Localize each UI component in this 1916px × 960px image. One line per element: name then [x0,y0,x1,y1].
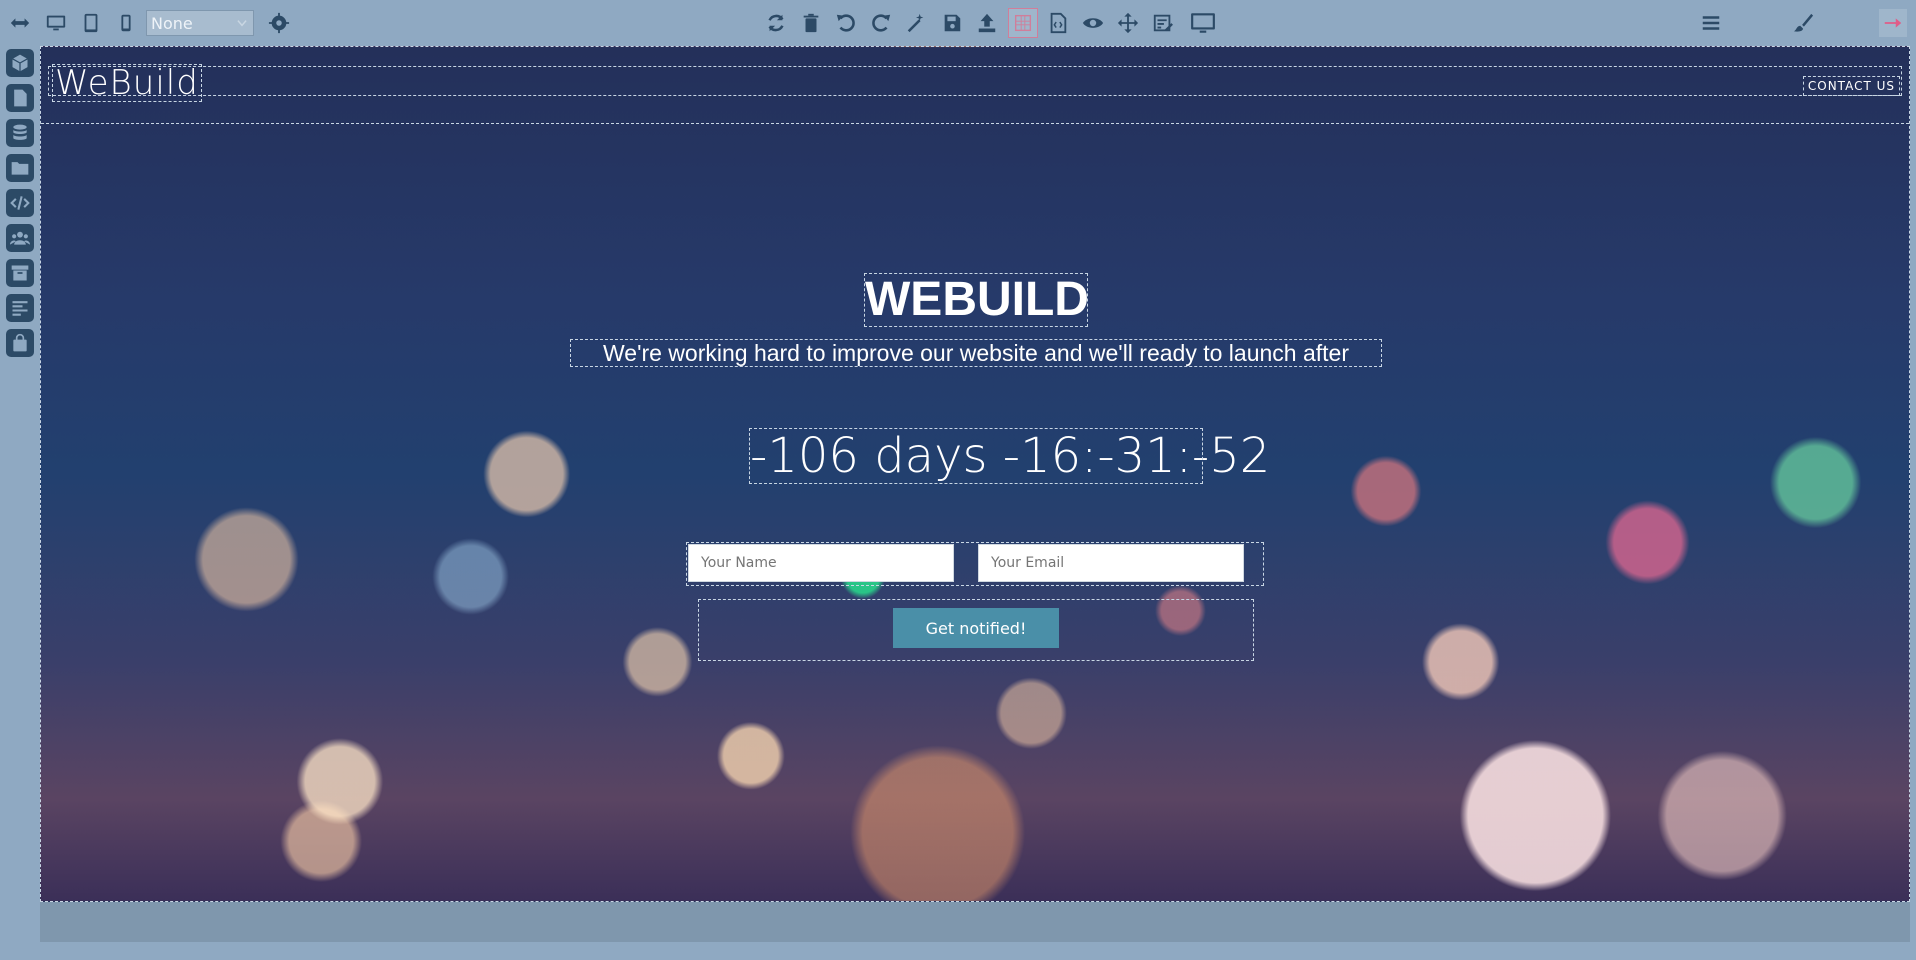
refresh-icon[interactable] [762,9,790,37]
paint-brush-icon[interactable] [1789,9,1817,37]
header-divider [41,123,1909,124]
menu-hamburger-icon[interactable] [1697,9,1725,37]
desktop-view-icon[interactable] [42,9,70,37]
form-edit-icon[interactable] [1149,9,1177,37]
code-file-icon[interactable] [1044,9,1072,37]
signup-form-row [686,542,1264,586]
email-field-wrapper [977,543,1245,583]
chevron-down-icon [237,20,247,27]
upload-icon[interactable] [973,9,1001,37]
device-select[interactable]: None [146,10,254,36]
header-row [48,66,1902,96]
editor-toolbar: None [0,0,1916,46]
text-align-icon[interactable] [6,294,34,322]
archive-box-icon[interactable] [6,259,34,287]
move-arrows-icon[interactable] [1114,9,1142,37]
redo-icon[interactable] [867,9,895,37]
trash-icon[interactable] [797,9,825,37]
exit-arrow-icon[interactable] [1879,9,1907,37]
save-icon[interactable] [938,9,966,37]
folder-icon[interactable] [6,154,34,182]
database-icon[interactable] [6,119,34,147]
name-input[interactable] [688,544,954,582]
button-wrapper: Get notified! [698,599,1254,661]
magic-wand-icon[interactable] [902,9,930,37]
users-group-icon[interactable] [6,224,34,252]
hero-title[interactable]: WEBUILD [864,273,1089,327]
code-icon[interactable] [6,189,34,217]
hero-subtitle[interactable]: We're working hard to improve our websit… [570,339,1382,367]
cube-blocks-icon[interactable] [6,49,34,77]
settings-gear-icon[interactable] [265,9,293,37]
page-canvas: WeBuild CONTACT US WEBUILD We're working… [40,46,1910,902]
shopping-bag-icon[interactable] [6,329,34,357]
editor-sidebar [0,46,40,960]
monitor-icon[interactable] [1186,9,1220,37]
device-select-value: None [151,13,193,33]
name-field-wrapper [687,543,955,583]
expand-width-icon[interactable] [6,9,34,37]
get-notified-button[interactable]: Get notified! [893,608,1059,648]
email-input[interactable] [978,544,1244,582]
canvas-bottom-strip [40,902,1910,942]
brand-logo-text[interactable]: WeBuild [52,64,202,102]
page-file-icon[interactable] [6,84,34,112]
undo-icon[interactable] [832,9,860,37]
contact-us-link[interactable]: CONTACT US [1802,76,1901,96]
countdown-timer[interactable]: -106 days -16:-31:-52 [749,428,1270,484]
grid-toggle-icon[interactable] [1008,8,1038,38]
preview-eye-icon[interactable] [1079,9,1107,37]
mobile-view-icon[interactable] [112,9,140,37]
tablet-view-icon[interactable] [77,9,105,37]
